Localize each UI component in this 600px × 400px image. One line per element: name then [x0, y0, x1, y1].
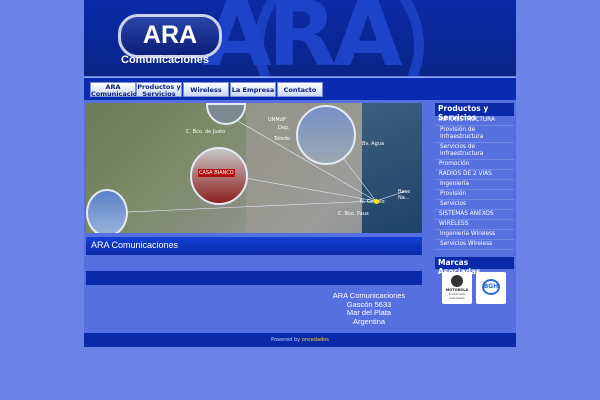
sidebar-item-ingenieria[interactable]: Ingeniería	[435, 180, 514, 190]
motorola-logo[interactable]: MOTOROLA distribuidor autorizado	[442, 272, 472, 304]
content-area: CASA BIANCO C. Bco. de Justo UNMdP Dep. …	[84, 100, 516, 333]
logo-subtitle: Comunicaciones	[121, 54, 210, 66]
footer-prefix: Powered by	[271, 337, 301, 343]
logo-text: ARA	[142, 21, 198, 49]
map-label: Bv. Agua	[362, 141, 385, 147]
sidebar-item-radios[interactable]: RADIOS DE 2 VIAS	[435, 170, 514, 180]
sidebar-item-promocion[interactable]: Promoción	[435, 160, 514, 170]
logo[interactable]: ARA	[118, 14, 222, 58]
map-label: N. Gobolo	[360, 199, 385, 205]
map-label: C. Bco. Paus	[338, 211, 369, 217]
page-container: ARA ARA Comunicaciones ARA Comunicacione…	[84, 0, 516, 348]
bgh-logo[interactable]: BGH	[476, 272, 506, 304]
sidebar-item-provision[interactable]: Provisión	[435, 190, 514, 200]
sidebar-item-servicios-wireless[interactable]: Servicios Wireless	[435, 240, 514, 250]
tab-contacto[interactable]: Contacto	[277, 82, 323, 97]
tab-productos-servicios[interactable]: Productos y Servicios	[136, 82, 182, 98]
sidebar-heading: Productos y Servicios	[435, 103, 514, 122]
section-bar	[86, 271, 422, 285]
content-title-bar: ARA Comunicaciones	[86, 237, 422, 255]
sidebar-item-sistemas-anexos[interactable]: SISTEMAS ANEXOS	[435, 210, 514, 220]
address-block: ARA Comunicaciones Gascón 5633 Mar del P…	[314, 291, 424, 326]
map-label: Dep.	[278, 125, 290, 131]
map-label: Toledo	[274, 136, 290, 142]
sidebar-item-wireless[interactable]: WIRELESS	[435, 220, 514, 230]
nav-bar: ARA Comunicaciones Productos y Servicios…	[84, 77, 516, 100]
photo-circle-tower	[86, 189, 128, 233]
photo-circle-store: CASA BIANCO	[190, 147, 248, 205]
sidebar-item-provision-infraestructura[interactable]: Provisión de Infraestructura	[435, 126, 514, 143]
map-label: UNMdP	[268, 117, 286, 123]
tab-wireless[interactable]: Wireless	[183, 82, 229, 97]
sidebar-item-ingenieria-wireless[interactable]: Ingeniería Wireless	[435, 230, 514, 240]
location-pin	[374, 199, 379, 204]
content-title: ARA Comunicaciones	[91, 240, 179, 250]
map-label: C. Bco. de Justo	[186, 129, 226, 135]
address-line: Argentina	[352, 316, 386, 326]
tab-ara-comunicaciones[interactable]: ARA Comunicaciones	[90, 82, 150, 98]
footer: Powered by oncedados	[84, 333, 516, 347]
brands-heading: Marcas Asociadas	[435, 257, 514, 276]
sidebar-item-servicios-infraestructura[interactable]: Servicios de Infraestructura	[435, 143, 514, 160]
sidebar-menu: INFRAESTRUCTURA Provisión de Infraestruc…	[435, 116, 514, 250]
motorola-icon	[451, 275, 463, 287]
header-banner: ARA ARA Comunicaciones	[84, 0, 516, 76]
footer-link[interactable]: oncedados	[302, 337, 329, 343]
background-text: ARA	[202, 0, 403, 76]
map-label: Base Na...	[398, 189, 411, 201]
photo-circle-antenna	[296, 105, 356, 165]
network-lines	[105, 112, 407, 214]
satellite-map-image: CASA BIANCO C. Bco. de Justo UNMdP Dep. …	[86, 103, 422, 233]
tab-la-empresa[interactable]: La Empresa	[230, 82, 276, 97]
sidebar-item-infraestructura[interactable]: INFRAESTRUCTURA	[435, 116, 514, 126]
brands-panel: Marcas Asociadas MOTOROLA distribuidor a…	[435, 257, 514, 309]
sidebar-item-servicios[interactable]: Servicios	[435, 200, 514, 210]
